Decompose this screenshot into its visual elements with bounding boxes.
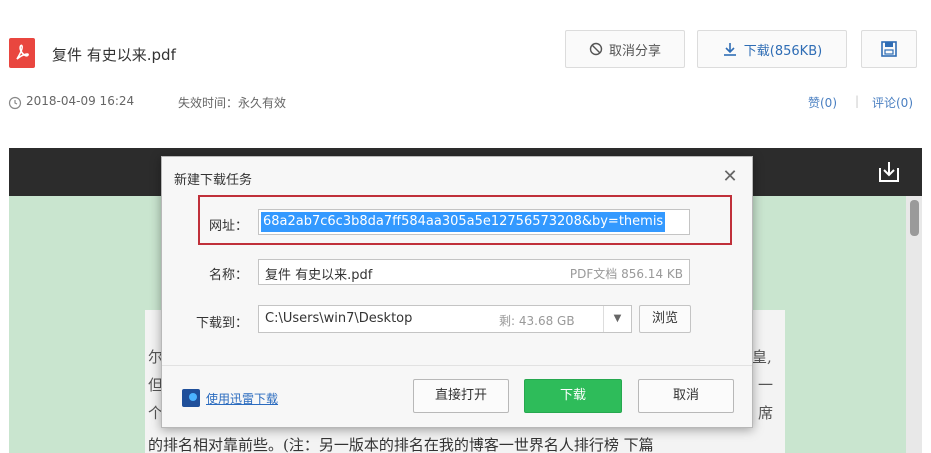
link-separator: | <box>855 94 860 108</box>
cancel-share-button[interactable]: 取消分享 <box>565 30 685 68</box>
expire-info: 失效时间：永久有效 <box>178 96 287 110</box>
comment-link[interactable]: 评论(0) <box>872 94 913 111</box>
prohibit-icon <box>589 42 603 56</box>
download-icon <box>723 43 736 56</box>
clock-icon <box>8 96 22 110</box>
download-top-label: 下载(856KB) <box>743 43 823 59</box>
cancel-share-label: 取消分享 <box>608 43 661 59</box>
pdf-file-icon <box>9 38 35 68</box>
save-path-label: 下载到： <box>195 316 248 331</box>
url-value: 68a2ab7c6c3b8da7ff584aa305a5e12756573208… <box>261 212 666 232</box>
name-label: 名称： <box>208 268 248 283</box>
file-type-size: PDF文档 856.14 KB <box>569 267 683 281</box>
url-label: 网址： <box>208 219 248 234</box>
page-text-fragment: 皇, <box>752 348 772 366</box>
close-icon[interactable]: ✕ <box>720 167 740 187</box>
download-button[interactable]: 下载 <box>524 379 622 413</box>
url-field[interactable]: 68a2ab7c6c3b8da7ff584aa305a5e12756573208… <box>258 209 690 235</box>
use-xunlei-link[interactable]: 使用迅雷下载 <box>206 390 278 407</box>
save-path-select[interactable]: C:\Users\win7\Desktop 剩: 43.68 GB ▼ <box>258 305 632 333</box>
xunlei-icon <box>182 389 200 407</box>
dialog-divider <box>162 365 752 366</box>
open-directly-button[interactable]: 直接打开 <box>413 379 509 413</box>
filename-value: 复件 有史以来.pdf <box>265 268 373 283</box>
viewer-download-icon[interactable] <box>876 160 902 184</box>
like-link[interactable]: 赞(0) <box>808 94 837 111</box>
viewer-scrollbar-thumb[interactable] <box>910 200 919 236</box>
free-space: 剩: 43.68 GB <box>499 314 575 328</box>
browse-button[interactable]: 浏览 <box>639 305 691 333</box>
save-path-value: C:\Users\win7\Desktop <box>265 311 413 326</box>
cancel-button[interactable]: 取消 <box>638 379 734 413</box>
chevron-down-icon[interactable]: ▼ <box>603 306 631 332</box>
save-to-disk-icon <box>881 41 897 57</box>
share-date: 2018-04-09 16:24 <box>26 94 135 108</box>
save-to-disk-button[interactable] <box>861 30 917 68</box>
filename-field[interactable]: 复件 有史以来.pdf PDF文档 856.14 KB <box>258 259 690 285</box>
new-download-dialog: 新建下载任务 ✕ 网址： 68a2ab7c6c3b8da7ff584aa305a… <box>161 156 753 428</box>
page-text-fragment: 席 <box>758 404 774 422</box>
page-text-fragment: 一 <box>758 376 774 394</box>
dialog-title: 新建下载任务 <box>174 173 253 188</box>
download-top-button[interactable]: 下载(856KB) <box>697 30 847 68</box>
file-title: 复件 有史以来.pdf <box>52 46 176 64</box>
document-text-line: 的排名相对靠前些。(注：另一版本的排名在我的博客一世界名人排行榜 下篇 <box>148 436 654 453</box>
